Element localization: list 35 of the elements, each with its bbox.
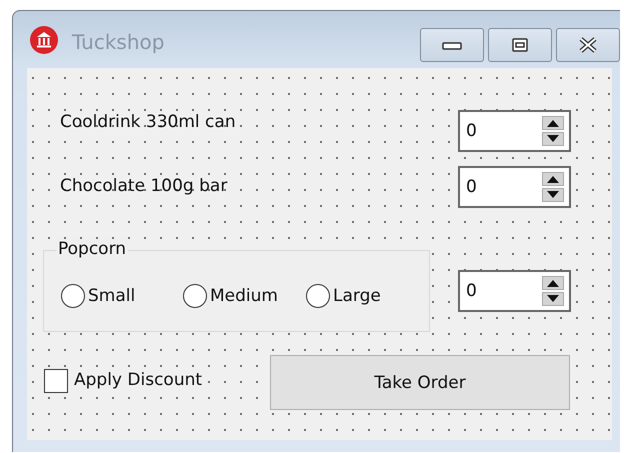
- spin-value: 0: [466, 177, 477, 197]
- spin-up-icon[interactable]: [542, 276, 564, 290]
- radio-label: Medium: [210, 286, 278, 306]
- maximize-icon: [512, 38, 528, 52]
- spin-edit[interactable]: 0: [458, 110, 571, 152]
- spin-down-icon[interactable]: [542, 292, 564, 306]
- minimize-button[interactable]: [420, 28, 484, 62]
- group-caption: Popcorn: [56, 239, 128, 259]
- spin-value: 0: [466, 121, 477, 141]
- window-title: Tuckshop: [72, 30, 164, 54]
- spin-edit[interactable]: 0: [458, 166, 571, 208]
- item-label: Cooldrink 330ml can: [60, 112, 236, 132]
- close-button[interactable]: [556, 28, 620, 62]
- bank-icon: [30, 26, 58, 54]
- radio-option[interactable]: Large: [306, 284, 381, 308]
- spin-up-icon[interactable]: [542, 116, 564, 130]
- close-icon: [578, 37, 598, 53]
- spin-edit[interactable]: 0: [458, 270, 571, 312]
- checkbox[interactable]: [44, 369, 68, 393]
- radio-label: Small: [88, 286, 136, 306]
- spin-down-icon[interactable]: [542, 132, 564, 146]
- radio-button[interactable]: [61, 284, 85, 308]
- radio-label: Large: [333, 286, 381, 306]
- take-order-button[interactable]: Take Order: [270, 355, 570, 410]
- minimize-icon: [442, 40, 462, 50]
- checkbox-label: Apply Discount: [74, 370, 202, 390]
- radio-option[interactable]: Medium: [183, 284, 278, 308]
- spin-value: 0: [466, 281, 477, 301]
- item-label: Chocolate 100g bar: [60, 176, 228, 196]
- maximize-button[interactable]: [488, 28, 552, 62]
- spin-up-icon[interactable]: [542, 172, 564, 186]
- radio-button[interactable]: [183, 284, 207, 308]
- spin-down-icon[interactable]: [542, 188, 564, 202]
- radio-option[interactable]: Small: [61, 284, 136, 308]
- radio-button[interactable]: [306, 284, 330, 308]
